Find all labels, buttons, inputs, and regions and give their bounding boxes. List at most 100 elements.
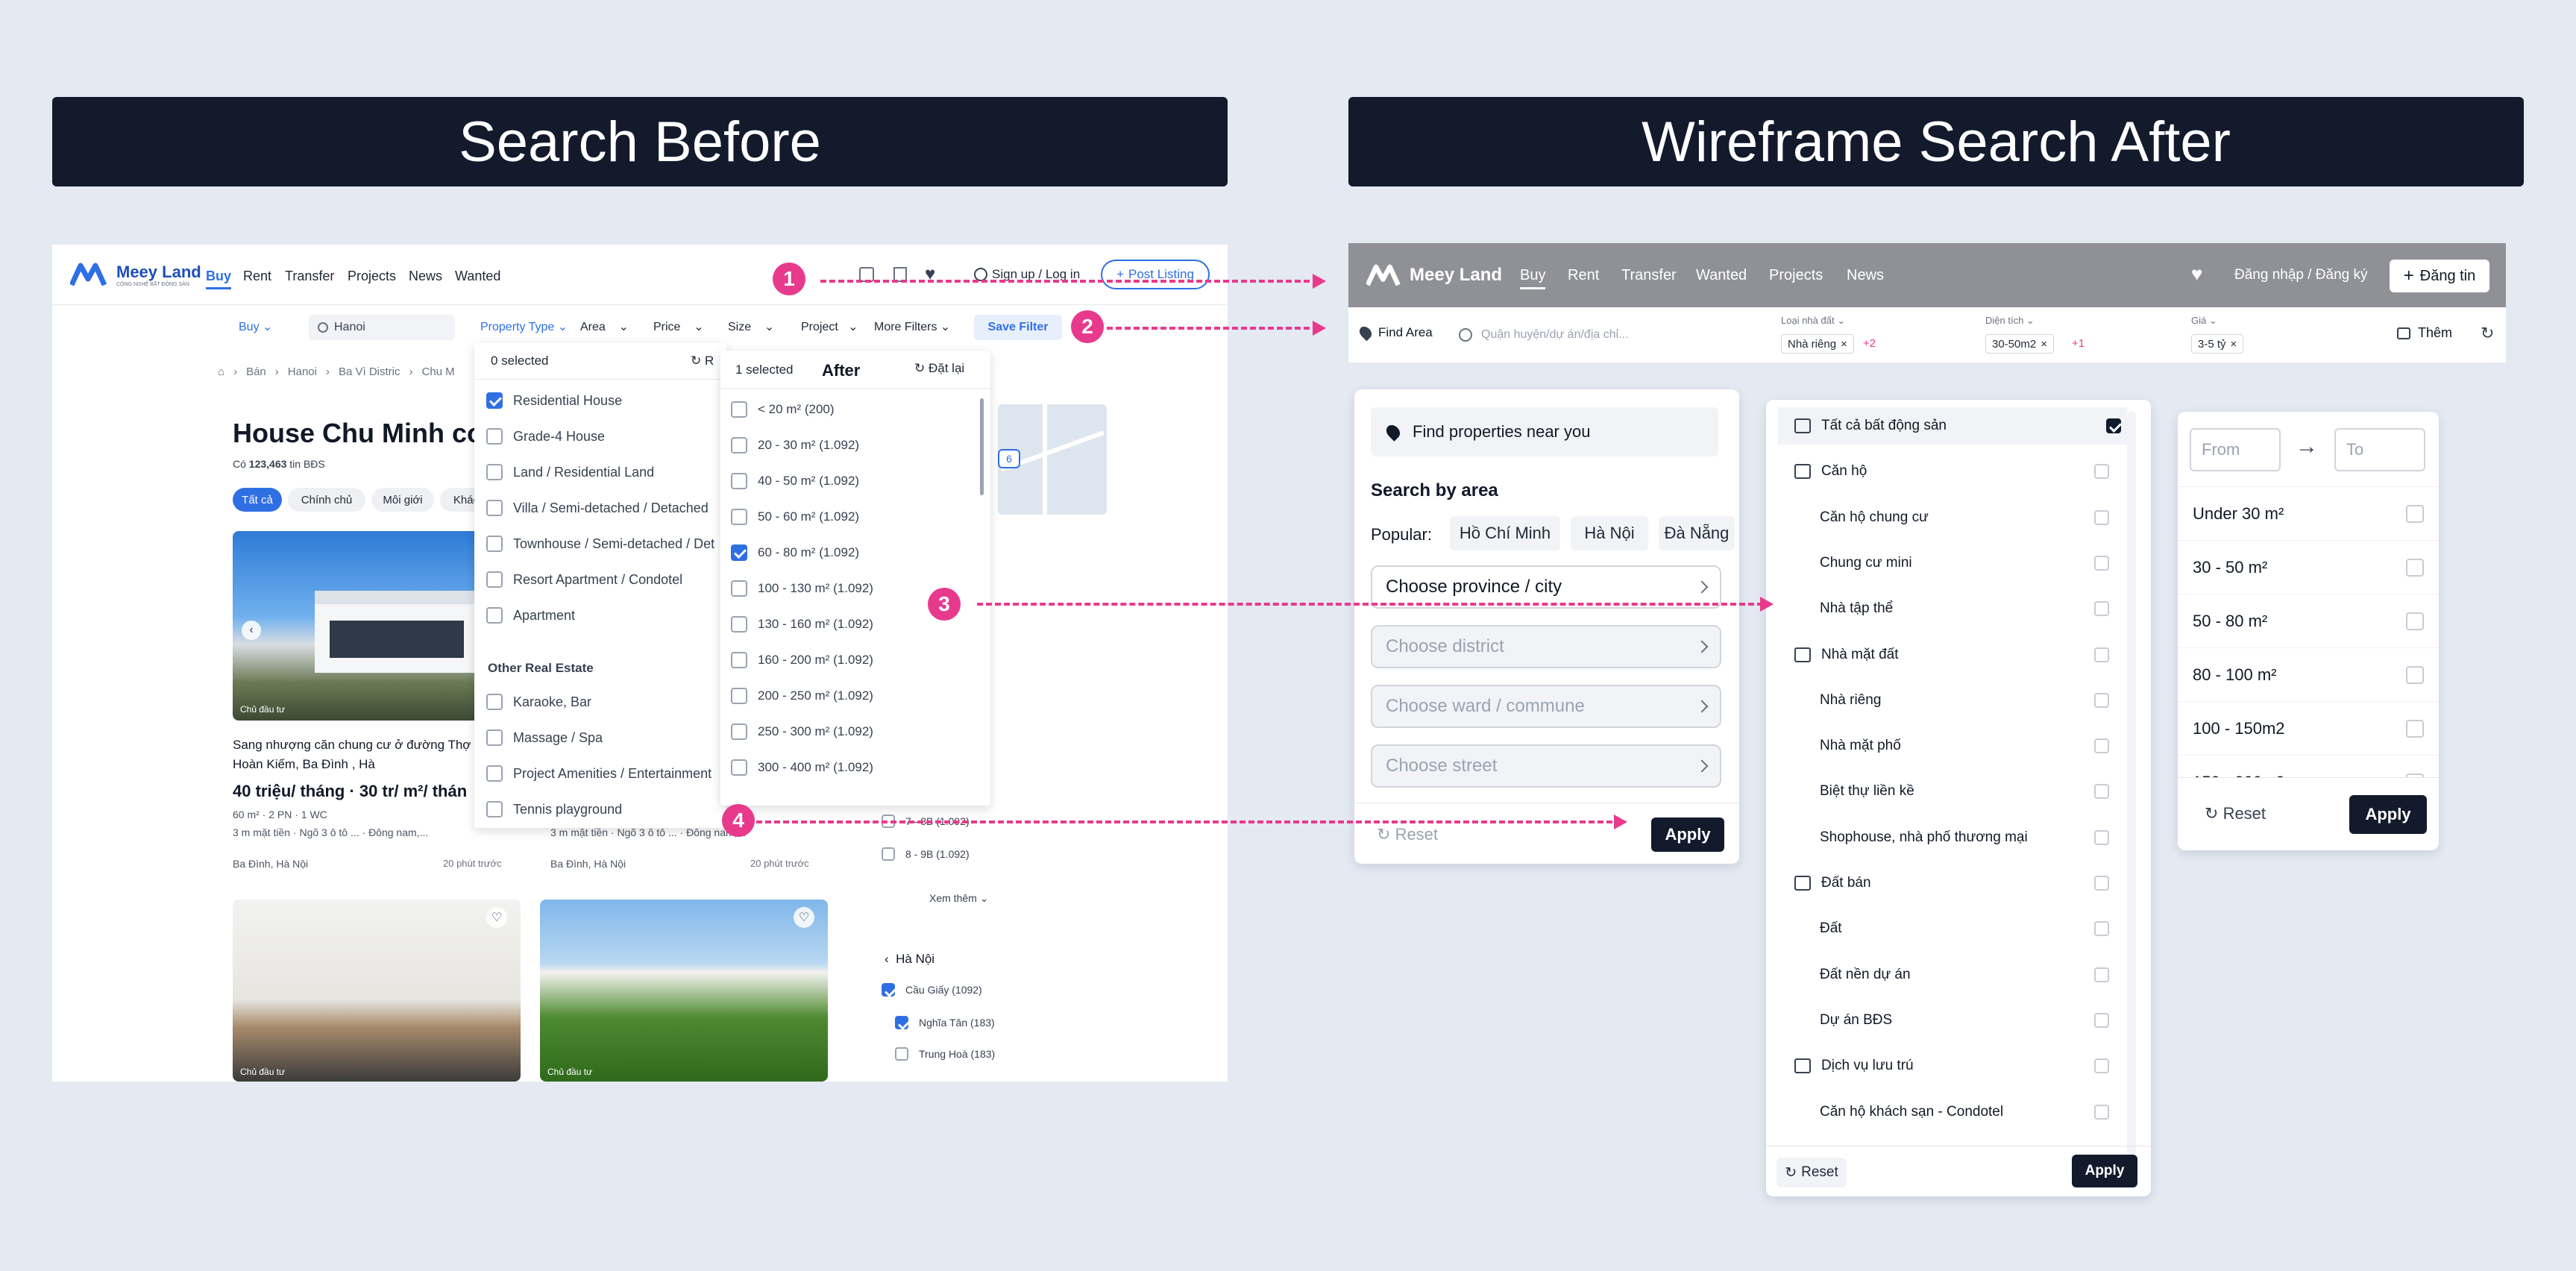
type-option[interactable]: Nhà mặt đất [1766,636,2127,674]
size-option[interactable]: 100 - 130 m² (1.092) [731,580,873,597]
district-row[interactable]: Nghĩa Tân (183) [895,1016,995,1029]
size-range-option[interactable]: 150 - 200m2 [2178,755,2439,777]
listing-card-image-4[interactable]: ♡ Chủ đầu tư [540,900,828,1082]
before-nav-wanted[interactable]: Wanted [455,269,500,284]
property-type-select[interactable]: Property Type ⌄ [480,319,568,334]
type-option[interactable]: Shophouse, nhà phố thương mại [1766,819,2127,856]
after-heart-icon[interactable]: ♥ [2191,263,2202,286]
size-option[interactable]: 300 - 400 m² (1.092) [731,759,873,776]
area-select[interactable]: Area ⌄ [580,319,629,334]
before-logo[interactable]: Meey Land CÔNG NGHỆ BẤT ĐỘNG SẢN [70,260,201,289]
right-list-row[interactable]: 8 - 9B (1.092) [882,847,970,861]
type-option[interactable]: Đất [1766,910,2127,947]
filter-type-chip[interactable]: Nhà riêng × [1781,334,1854,354]
type-option[interactable]: Dịch vụ lưu trú [1766,1047,2127,1085]
property-option[interactable]: Apartment [486,607,575,624]
type-checkbox[interactable] [2094,509,2109,525]
project-select[interactable]: Project ⌄ [801,319,858,334]
size-option[interactable]: 200 - 250 m² (1.092) [731,688,873,704]
more-filters-select[interactable]: More Filters ⌄ [874,319,950,334]
post-listing-button[interactable]: + Post Listing [1101,260,1210,289]
size-reset-button-after[interactable]: ↻ Reset [2205,804,2266,823]
popular-chip-danang[interactable]: Đà Nẵng [1659,516,1735,550]
filter-type-more[interactable]: +2 [1863,337,1876,350]
size-range-checkbox[interactable] [2406,558,2424,577]
property-option[interactable]: Tennis playground [486,801,622,817]
buy-select[interactable]: Buy ⌄ [239,319,272,334]
type-reset-button[interactable]: ↻ Reset [1777,1158,1847,1187]
type-checkbox[interactable] [2094,829,2109,845]
size-from-input[interactable]: From [2190,428,2281,471]
popular-chip-hanoi[interactable]: Hà Nội [1571,516,1648,550]
favorite-icon[interactable]: ♡ [794,907,814,928]
type-checkbox[interactable] [2094,876,2109,891]
district-row[interactable]: Cầu Giấy (1092) [882,983,982,997]
type-option[interactable]: Đất bán [1766,864,2127,902]
property-option[interactable]: Land / Residential Land [486,464,654,480]
after-logo[interactable]: Meey Land [1366,261,1502,289]
carousel-prev-icon[interactable]: ‹ [242,621,261,640]
property-option[interactable]: Residential House [486,392,622,409]
filter-size-more[interactable]: +1 [2072,337,2085,350]
size-range-checkbox[interactable] [2406,504,2424,523]
type-option[interactable]: Đất nền dự án [1766,956,2127,994]
type-checkbox[interactable] [2094,1058,2109,1074]
price-select[interactable]: Price ⌄ [653,319,704,334]
size-range-checkbox[interactable] [2406,719,2424,738]
home-icon[interactable]: ⌂ [218,365,224,378]
before-search-input[interactable]: Hanoi [309,315,455,340]
type-checkbox[interactable] [2094,784,2109,800]
close-icon[interactable]: × [2231,338,2237,351]
breadcrumb-item[interactable]: Chu M [421,365,454,378]
size-option[interactable]: 160 - 200 m² (1.092) [731,652,873,668]
before-nav-news[interactable]: News [409,269,442,284]
property-option[interactable]: Project Amenities / Entertainment [486,765,711,782]
property-option[interactable]: Massage / Spa [486,729,603,746]
more-filters-button[interactable]: Thêm [2397,325,2452,341]
size-reset-button[interactable]: ↻ Đặt lại [914,361,964,376]
type-checkbox[interactable] [2094,647,2109,662]
type-option[interactable]: Chung cư mini [1766,545,2127,582]
after-nav-news[interactable]: News [1847,267,1884,284]
before-nav-projects[interactable]: Projects [348,269,396,284]
after-nav-wanted[interactable]: Wanted [1696,267,1747,284]
type-checkbox[interactable] [2094,692,2109,708]
tab-owner[interactable]: Chính chủ [288,488,365,512]
ward-select[interactable]: Choose ward / commune [1371,685,1721,728]
district-select[interactable]: Choose district [1371,625,1721,668]
breadcrumb-item[interactable]: Ba Vì Distric [339,365,400,378]
size-range-checkbox[interactable] [2406,665,2424,684]
find-area-button[interactable]: Find Area [1357,324,1433,342]
listing-card-image-3[interactable]: ♡ Chủ đầu tư [233,900,521,1082]
after-nav-projects[interactable]: Projects [1769,267,1823,284]
filter-price-chip[interactable]: 3-5 tỷ × [2191,334,2244,354]
size-option[interactable]: 60 - 80 m² (1.092) [731,545,859,561]
breadcrumb-item[interactable]: Bán [246,365,266,378]
after-search-input[interactable]: Quận huyện/dự án/địa chỉ... [1459,324,1742,346]
area-apply-button[interactable]: Apply [1651,817,1724,852]
size-option[interactable]: 250 - 300 m² (1.092) [731,724,873,740]
size-option[interactable]: < 20 m² (200) [731,401,835,418]
type-option[interactable]: Dự án BĐS [1766,1002,2127,1039]
area-reset-button[interactable]: ↻ Reset [1377,825,1438,844]
size-range-option[interactable]: 30 - 50 m² [2178,540,2439,594]
after-login-link[interactable]: Đăng nhập / Đăng ký [2234,267,2368,283]
type-option[interactable]: Biệt thự liền kề [1766,773,2127,810]
tab-broker[interactable]: Môi giới [371,488,434,512]
size-range-option[interactable]: 100 - 150m2 [2178,701,2439,755]
breadcrumb-item[interactable]: Hanoi [288,365,317,378]
size-apply-button[interactable]: Apply [2349,795,2427,834]
type-option[interactable]: Nhà tập thể [1766,590,2127,627]
type-option[interactable]: Căn hộ chung cư [1766,499,2127,536]
size-range-checkbox[interactable] [2406,612,2424,630]
before-nav-transfer[interactable]: Transfer [285,269,334,284]
property-option[interactable]: Resort Apartment / Condotel [486,571,682,588]
property-option[interactable]: Karaoke, Bar [486,694,591,710]
street-select[interactable]: Choose street [1371,744,1721,788]
type-checkbox[interactable] [2094,1012,2109,1028]
popular-chip-hcm[interactable]: Hồ Chí Minh [1450,516,1560,550]
size-range-option[interactable]: Under 30 m² [2178,486,2439,540]
type-checkbox[interactable] [2094,464,2109,480]
near-you-button[interactable]: Find properties near you [1371,407,1718,456]
type-checkbox[interactable] [2094,601,2109,617]
